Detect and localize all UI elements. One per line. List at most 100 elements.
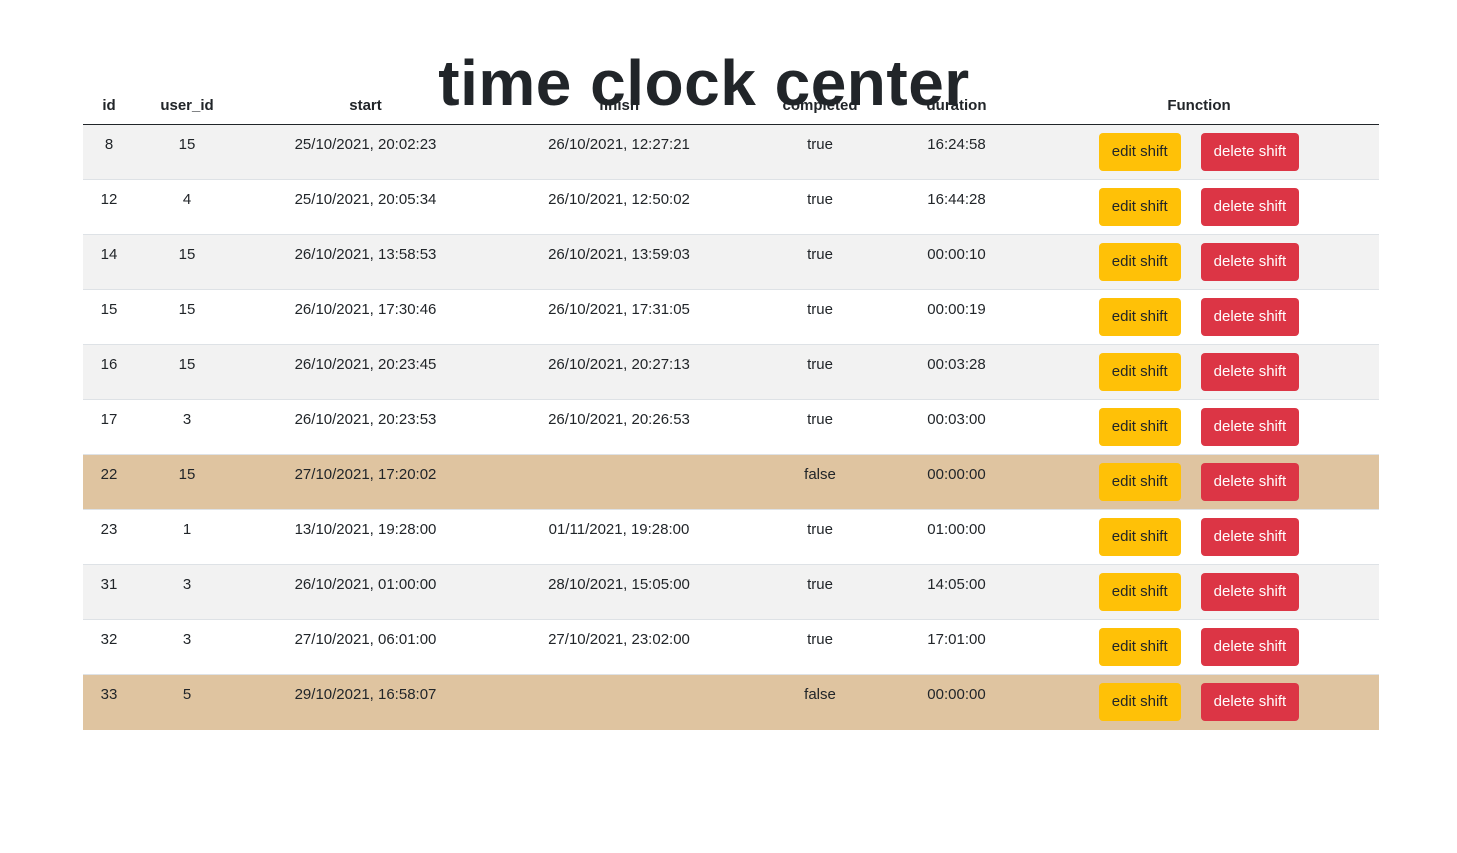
cell-user-id: 15 xyxy=(135,289,239,345)
cell-id: 32 xyxy=(83,619,135,675)
header-id: id xyxy=(83,86,135,125)
cell-start: 26/10/2021, 17:30:46 xyxy=(239,289,492,345)
cell-duration: 16:44:28 xyxy=(894,179,1019,235)
cell-id: 14 xyxy=(83,234,135,290)
cell-start: 26/10/2021, 01:00:00 xyxy=(239,564,492,620)
cell-completed: true xyxy=(746,564,894,620)
cell-completed: true xyxy=(746,234,894,290)
cell-user-id: 3 xyxy=(135,399,239,455)
table-row: 16 15 26/10/2021, 20:23:45 26/10/2021, 20:2… xyxy=(83,344,1379,400)
edit-shift-button[interactable]: edit shift xyxy=(1098,463,1181,501)
cell-start: 27/10/2021, 17:20:02 xyxy=(239,454,492,510)
cell-function: edit shift delete shift xyxy=(1019,124,1379,180)
cell-function: edit shift delete shift xyxy=(1019,289,1379,345)
cell-finish xyxy=(492,454,746,510)
cell-finish: 26/10/2021, 12:50:02 xyxy=(492,179,746,235)
cell-user-id: 5 xyxy=(135,674,239,730)
edit-shift-button[interactable]: edit shift xyxy=(1098,408,1181,446)
cell-user-id: 3 xyxy=(135,564,239,620)
edit-shift-button[interactable]: edit shift xyxy=(1098,628,1181,666)
cell-start: 13/10/2021, 19:28:00 xyxy=(239,509,492,565)
cell-completed: true xyxy=(746,124,894,180)
delete-shift-button[interactable]: delete shift xyxy=(1200,133,1300,171)
table-body: 8 15 25/10/2021, 20:02:23 26/10/2021, 12:27… xyxy=(83,124,1379,730)
delete-shift-button[interactable]: delete shift xyxy=(1200,243,1300,281)
table-row: 33 5 29/10/2021, 16:58:07 false 00:00:00 edit… xyxy=(83,674,1379,730)
table-row: 14 15 26/10/2021, 13:58:53 26/10/2021, 13:5… xyxy=(83,234,1379,290)
cell-completed: true xyxy=(746,179,894,235)
cell-function: edit shift delete shift xyxy=(1019,454,1379,510)
cell-user-id: 1 xyxy=(135,509,239,565)
cell-start: 26/10/2021, 13:58:53 xyxy=(239,234,492,290)
cell-duration: 00:00:00 xyxy=(894,674,1019,730)
cell-id: 23 xyxy=(83,509,135,565)
table-row: 17 3 26/10/2021, 20:23:53 26/10/2021, 20:26… xyxy=(83,399,1379,455)
cell-id: 16 xyxy=(83,344,135,400)
delete-shift-button[interactable]: delete shift xyxy=(1200,683,1300,721)
delete-shift-button[interactable]: delete shift xyxy=(1200,408,1300,446)
cell-duration: 00:00:00 xyxy=(894,454,1019,510)
cell-start: 25/10/2021, 20:05:34 xyxy=(239,179,492,235)
cell-completed: true xyxy=(746,344,894,400)
edit-shift-button[interactable]: edit shift xyxy=(1098,573,1181,611)
cell-finish: 01/11/2021, 19:28:00 xyxy=(492,509,746,565)
edit-shift-button[interactable]: edit shift xyxy=(1098,133,1181,171)
delete-shift-button[interactable]: delete shift xyxy=(1200,628,1300,666)
cell-function: edit shift delete shift xyxy=(1019,619,1379,675)
cell-finish: 26/10/2021, 20:26:53 xyxy=(492,399,746,455)
cell-id: 33 xyxy=(83,674,135,730)
cell-finish: 26/10/2021, 20:27:13 xyxy=(492,344,746,400)
cell-duration: 17:01:00 xyxy=(894,619,1019,675)
edit-shift-button[interactable]: edit shift xyxy=(1098,298,1181,336)
cell-finish: 26/10/2021, 12:27:21 xyxy=(492,124,746,180)
table-row: 32 3 27/10/2021, 06:01:00 27/10/2021, 23:02… xyxy=(83,619,1379,675)
cell-duration: 00:00:19 xyxy=(894,289,1019,345)
cell-id: 22 xyxy=(83,454,135,510)
cell-user-id: 15 xyxy=(135,124,239,180)
cell-completed: true xyxy=(746,619,894,675)
table-row: 22 15 27/10/2021, 17:20:02 false 00:00:00 edi… xyxy=(83,454,1379,510)
edit-shift-button[interactable]: edit shift xyxy=(1098,683,1181,721)
cell-completed: true xyxy=(746,509,894,565)
cell-duration: 00:03:28 xyxy=(894,344,1019,400)
cell-user-id: 3 xyxy=(135,619,239,675)
header-function: Function xyxy=(1019,86,1379,125)
cell-duration: 16:24:58 xyxy=(894,124,1019,180)
cell-id: 8 xyxy=(83,124,135,180)
header-duration: duration xyxy=(894,86,1019,125)
delete-shift-button[interactable]: delete shift xyxy=(1200,518,1300,556)
cell-finish xyxy=(492,674,746,730)
cell-user-id: 15 xyxy=(135,344,239,400)
cell-user-id: 15 xyxy=(135,454,239,510)
edit-shift-button[interactable]: edit shift xyxy=(1098,518,1181,556)
cell-function: edit shift delete shift xyxy=(1019,179,1379,235)
delete-shift-button[interactable]: delete shift xyxy=(1200,188,1300,226)
cell-function: edit shift delete shift xyxy=(1019,564,1379,620)
delete-shift-button[interactable]: delete shift xyxy=(1200,573,1300,611)
edit-shift-button[interactable]: edit shift xyxy=(1098,243,1181,281)
cell-duration: 00:03:00 xyxy=(894,399,1019,455)
header-completed: completed xyxy=(746,86,894,125)
cell-duration: 14:05:00 xyxy=(894,564,1019,620)
cell-function: edit shift delete shift xyxy=(1019,344,1379,400)
edit-shift-button[interactable]: edit shift xyxy=(1098,353,1181,391)
cell-id: 15 xyxy=(83,289,135,345)
cell-id: 12 xyxy=(83,179,135,235)
delete-shift-button[interactable]: delete shift xyxy=(1200,353,1300,391)
cell-start: 26/10/2021, 20:23:53 xyxy=(239,399,492,455)
cell-user-id: 4 xyxy=(135,179,239,235)
table-header-row: id user_id start finish completed durati… xyxy=(83,86,1379,125)
page: time clock center id user_id start finis… xyxy=(0,0,1457,853)
cell-function: edit shift delete shift xyxy=(1019,674,1379,730)
edit-shift-button[interactable]: edit shift xyxy=(1098,188,1181,226)
cell-id: 31 xyxy=(83,564,135,620)
cell-start: 29/10/2021, 16:58:07 xyxy=(239,674,492,730)
delete-shift-button[interactable]: delete shift xyxy=(1200,298,1300,336)
cell-finish: 28/10/2021, 15:05:00 xyxy=(492,564,746,620)
cell-completed: true xyxy=(746,399,894,455)
table-row: 15 15 26/10/2021, 17:30:46 26/10/2021, 17:3… xyxy=(83,289,1379,345)
cell-start: 25/10/2021, 20:02:23 xyxy=(239,124,492,180)
delete-shift-button[interactable]: delete shift xyxy=(1200,463,1300,501)
cell-duration: 00:00:10 xyxy=(894,234,1019,290)
cell-function: edit shift delete shift xyxy=(1019,234,1379,290)
